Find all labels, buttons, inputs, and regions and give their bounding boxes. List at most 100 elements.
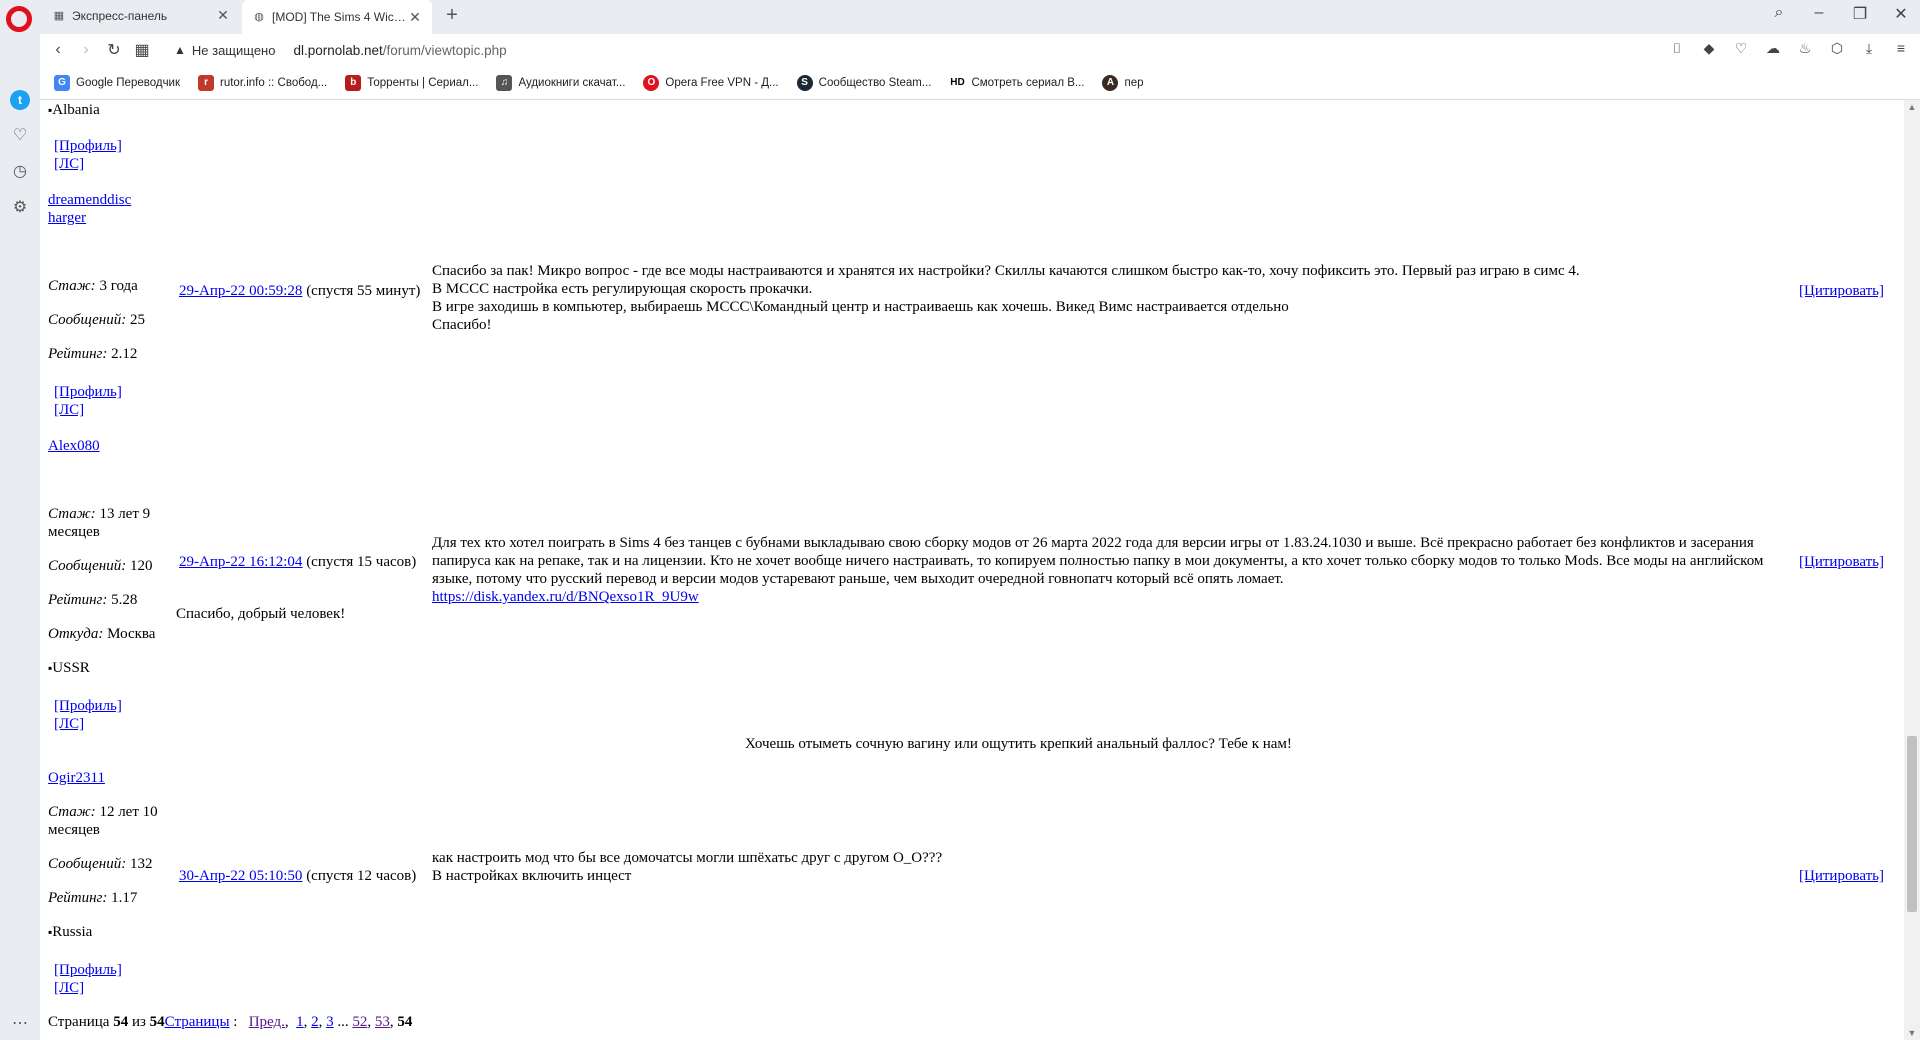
reload-button[interactable]: ↻ bbox=[100, 40, 128, 60]
restore-button[interactable]: ❐ bbox=[1845, 4, 1875, 24]
profile-link[interactable]: [Профиль] bbox=[54, 384, 122, 400]
of-word: из bbox=[131, 1014, 146, 1030]
profile-link[interactable]: [Профиль] bbox=[54, 698, 122, 714]
page-link-2[interactable]: 2 bbox=[311, 1014, 319, 1030]
quote-button[interactable]: [Цитировать] bbox=[1799, 283, 1884, 299]
page-link-3[interactable]: 3 bbox=[326, 1014, 334, 1030]
username-link[interactable]: dreamenddisc bbox=[48, 192, 131, 208]
forward-button[interactable]: › bbox=[72, 41, 100, 59]
user-stage-cont: месяцев bbox=[48, 822, 100, 838]
bookmark-label: Сообщество Steam... bbox=[818, 76, 932, 89]
tab-title: Экспресс-панель bbox=[72, 8, 168, 23]
bookmark-label: пер bbox=[1124, 76, 1144, 89]
warning-icon: ▲ bbox=[174, 43, 186, 57]
tab-current[interactable]: ◍ [MOD] The Sims 4 WickedW ✕ bbox=[242, 0, 432, 34]
bookmark-label: Торренты | Сериал... bbox=[367, 76, 479, 89]
pm-link[interactable]: [ЛС] bbox=[54, 402, 84, 418]
heart-icon[interactable]: ♡ bbox=[10, 126, 30, 146]
bookmark-opera-vpn[interactable]: O Opera Free VPN - Д... bbox=[643, 74, 779, 91]
rutor-icon: r bbox=[198, 74, 215, 91]
current-page: 54 bbox=[113, 1014, 129, 1030]
settings-icon[interactable]: ⚙ bbox=[10, 198, 30, 218]
back-button[interactable]: ‹ bbox=[44, 41, 72, 59]
username-link[interactable]: Ogir2311 bbox=[48, 770, 105, 786]
username-link[interactable]: harger bbox=[48, 210, 86, 226]
sidebar: t ♡ ◷ ⚙ ⋯ bbox=[0, 34, 40, 1040]
user-rating: Рейтинг: 5.28 bbox=[48, 592, 138, 608]
post-date-link[interactable]: 30-Апр-22 05:10:50 bbox=[179, 868, 302, 884]
user-stage: Стаж: 12 лет 10 bbox=[48, 804, 158, 820]
profile-link[interactable]: [Профиль] bbox=[54, 962, 122, 978]
page-link-53[interactable]: 53 bbox=[375, 1014, 390, 1030]
flag-image-ussr: ▪USSR bbox=[48, 660, 90, 676]
bookmark-torrents[interactable]: b Торренты | Сериал... bbox=[345, 74, 479, 91]
bookmark-per[interactable]: Aпер bbox=[1102, 74, 1144, 91]
bookmark-steam[interactable]: S Сообщество Steam... bbox=[796, 74, 932, 91]
post-body: Спасибо за пак! Микро вопрос - где все м… bbox=[432, 262, 1832, 334]
post-body: как настроить мод что бы все домочатсы м… bbox=[432, 849, 1784, 885]
flag-image-albania: ▪Albania bbox=[48, 102, 100, 118]
camera-icon[interactable]: ⌷ bbox=[1664, 40, 1690, 57]
profile-link[interactable]: [Профиль] bbox=[54, 138, 122, 154]
scroll-down-icon[interactable]: ▼ bbox=[1904, 1028, 1920, 1038]
twitter-icon[interactable]: t bbox=[10, 90, 30, 110]
pm-link[interactable]: [ЛС] bbox=[54, 716, 84, 732]
scrollbar[interactable]: ▲ ▼ bbox=[1904, 100, 1920, 1040]
flag-alt-text: USSR bbox=[52, 660, 90, 676]
window-close-button[interactable]: ✕ bbox=[1886, 4, 1916, 24]
bookmark-audiobooks[interactable]: ♫ Аудиокниги скачат... bbox=[496, 74, 625, 91]
heart-icon[interactable]: ♡ bbox=[1728, 40, 1754, 57]
post-text-line: В настройках включить инцест bbox=[432, 868, 632, 884]
scrollbar-thumb[interactable] bbox=[1907, 736, 1917, 912]
user-stage: Стаж: 13 лет 9 bbox=[48, 506, 151, 522]
cloud-icon[interactable]: ☁ bbox=[1760, 40, 1786, 57]
pages-link[interactable]: Страницы bbox=[165, 1014, 230, 1030]
prev-page-link[interactable]: Пред. bbox=[249, 1014, 285, 1030]
cube-icon[interactable]: ⬡ bbox=[1824, 40, 1850, 57]
opera-menu-icon[interactable] bbox=[6, 6, 32, 32]
close-icon[interactable]: ✕ bbox=[408, 9, 422, 26]
url-field[interactable]: dl.pornolab.net/forum/viewtopic.php bbox=[293, 43, 506, 58]
bookmark-label: rutor.info :: Свобод... bbox=[220, 76, 328, 89]
current-page-marker: 54 bbox=[397, 1014, 413, 1030]
page-link-52[interactable]: 52 bbox=[352, 1014, 367, 1030]
pm-link[interactable]: [ЛС] bbox=[54, 980, 84, 996]
post-date: 30-Апр-22 05:10:50 (спустя 12 часов) bbox=[179, 868, 416, 885]
post-age: (спустя 15 часов) bbox=[306, 554, 417, 570]
security-indicator[interactable]: ▲ Не защищено bbox=[174, 43, 275, 58]
post-signature: Спасибо, добрый человек! bbox=[176, 606, 346, 622]
user-rating: Рейтинг: 2.12 bbox=[48, 346, 138, 362]
user-messages: Сообщений: 120 bbox=[48, 558, 153, 574]
history-icon[interactable]: ◷ bbox=[10, 162, 30, 182]
tabs-grid-button[interactable]: ▦ bbox=[128, 40, 156, 60]
fire-icon[interactable]: ♨ bbox=[1792, 40, 1818, 57]
search-tabs-icon[interactable]: ⌕ bbox=[1764, 4, 1794, 22]
username-link[interactable]: Alex080 bbox=[48, 438, 100, 454]
user-location: Откуда: Москва bbox=[48, 626, 156, 642]
quote-button[interactable]: [Цитировать] bbox=[1799, 554, 1884, 570]
close-icon[interactable]: ✕ bbox=[216, 7, 230, 24]
post-date-link[interactable]: 29-Апр-22 00:59:28 bbox=[179, 283, 302, 299]
bookmark-rutor[interactable]: r rutor.info :: Свобод... bbox=[198, 74, 328, 91]
post-date-link[interactable]: 29-Апр-22 16:12:04 bbox=[179, 554, 302, 570]
tab-bar: ▦ Экспресс-панель ✕ ◍ [MOD] The Sims 4 W… bbox=[0, 0, 1920, 34]
more-icon[interactable]: ⋯ bbox=[10, 1014, 30, 1034]
shield-icon[interactable]: ◆ bbox=[1696, 40, 1722, 57]
ad-banner-text[interactable]: Хочешь отыметь сочную вагину или ощутить… bbox=[745, 736, 1292, 753]
page-link-1[interactable]: 1 bbox=[296, 1014, 304, 1030]
new-tab-button[interactable]: + bbox=[440, 4, 464, 27]
pagination-ellipsis: ... bbox=[337, 1014, 349, 1030]
menu-icon[interactable]: ≡ bbox=[1888, 40, 1914, 57]
bookmark-google-translate[interactable]: G Google Переводчик bbox=[54, 74, 180, 91]
pm-link[interactable]: [ЛС] bbox=[54, 156, 84, 172]
download-icon[interactable]: ⤓ bbox=[1856, 40, 1882, 57]
url-path: /forum/viewtopic.php bbox=[382, 42, 507, 58]
minimize-button[interactable]: – bbox=[1804, 4, 1834, 22]
bookmark-hd-series[interactable]: HD Смотреть сериал В... bbox=[949, 74, 1084, 91]
post-text-line: Спасибо за пак! Микро вопрос - где все м… bbox=[432, 263, 1580, 279]
quote-button[interactable]: [Цитировать] bbox=[1799, 868, 1884, 884]
scroll-up-icon[interactable]: ▲ bbox=[1904, 102, 1920, 112]
yandex-disk-link[interactable]: https://disk.yandex.ru/d/BNQexso1R_9U9w bbox=[432, 589, 699, 605]
tab-express-panel[interactable]: ▦ Экспресс-панель ✕ bbox=[42, 0, 240, 31]
user-messages: Сообщений: 25 bbox=[48, 312, 145, 328]
